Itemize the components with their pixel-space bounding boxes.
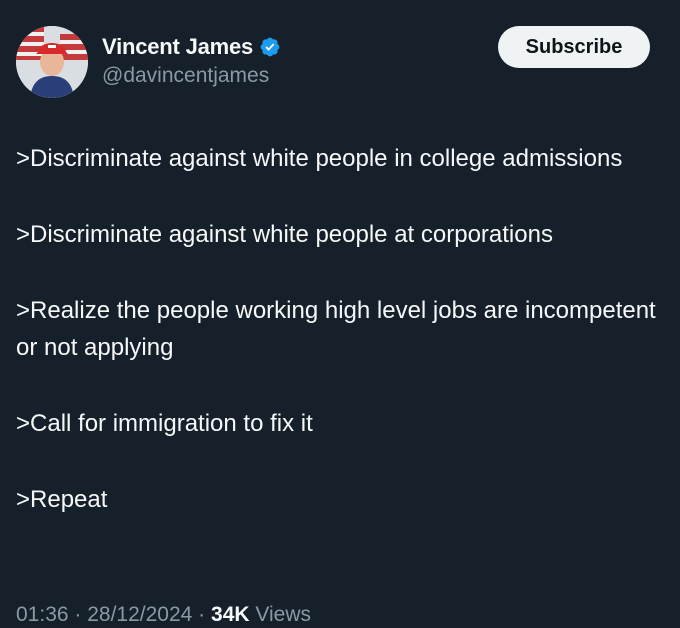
tweet-paragraph: >Repeat bbox=[16, 486, 108, 513]
meta-separator: · bbox=[192, 603, 212, 626]
subscribe-button[interactable]: Subscribe bbox=[498, 26, 650, 68]
tweet-header: Vincent James @davincentjames Subscribe bbox=[16, 26, 664, 98]
avatar-image bbox=[16, 26, 88, 98]
verified-badge-icon bbox=[260, 37, 280, 57]
views-label: Views bbox=[255, 603, 312, 626]
tweet-meta: 01:36 · 28/12/2024 · 34K Views bbox=[16, 603, 311, 627]
tweet-date[interactable]: 28/12/2024 bbox=[87, 603, 192, 626]
tweet-time[interactable]: 01:36 bbox=[16, 603, 69, 626]
tweet-paragraph: >Discriminate against white people in co… bbox=[16, 145, 623, 172]
avatar[interactable] bbox=[16, 26, 88, 98]
views-count[interactable]: 34K bbox=[211, 603, 250, 626]
tweet-paragraph: >Discriminate against white people at co… bbox=[16, 221, 553, 248]
tweet-paragraph: >Call for immigration to fix it bbox=[16, 410, 313, 437]
tweet-paragraph: >Realize the people working high level j… bbox=[16, 297, 656, 361]
meta-separator: · bbox=[68, 603, 88, 626]
tweet-text: >Discriminate against white people in co… bbox=[16, 140, 666, 518]
author-name-row: Vincent James bbox=[102, 34, 281, 60]
author-display-name[interactable]: Vincent James bbox=[102, 34, 253, 60]
author-handle[interactable]: @davincentjames bbox=[102, 64, 269, 88]
